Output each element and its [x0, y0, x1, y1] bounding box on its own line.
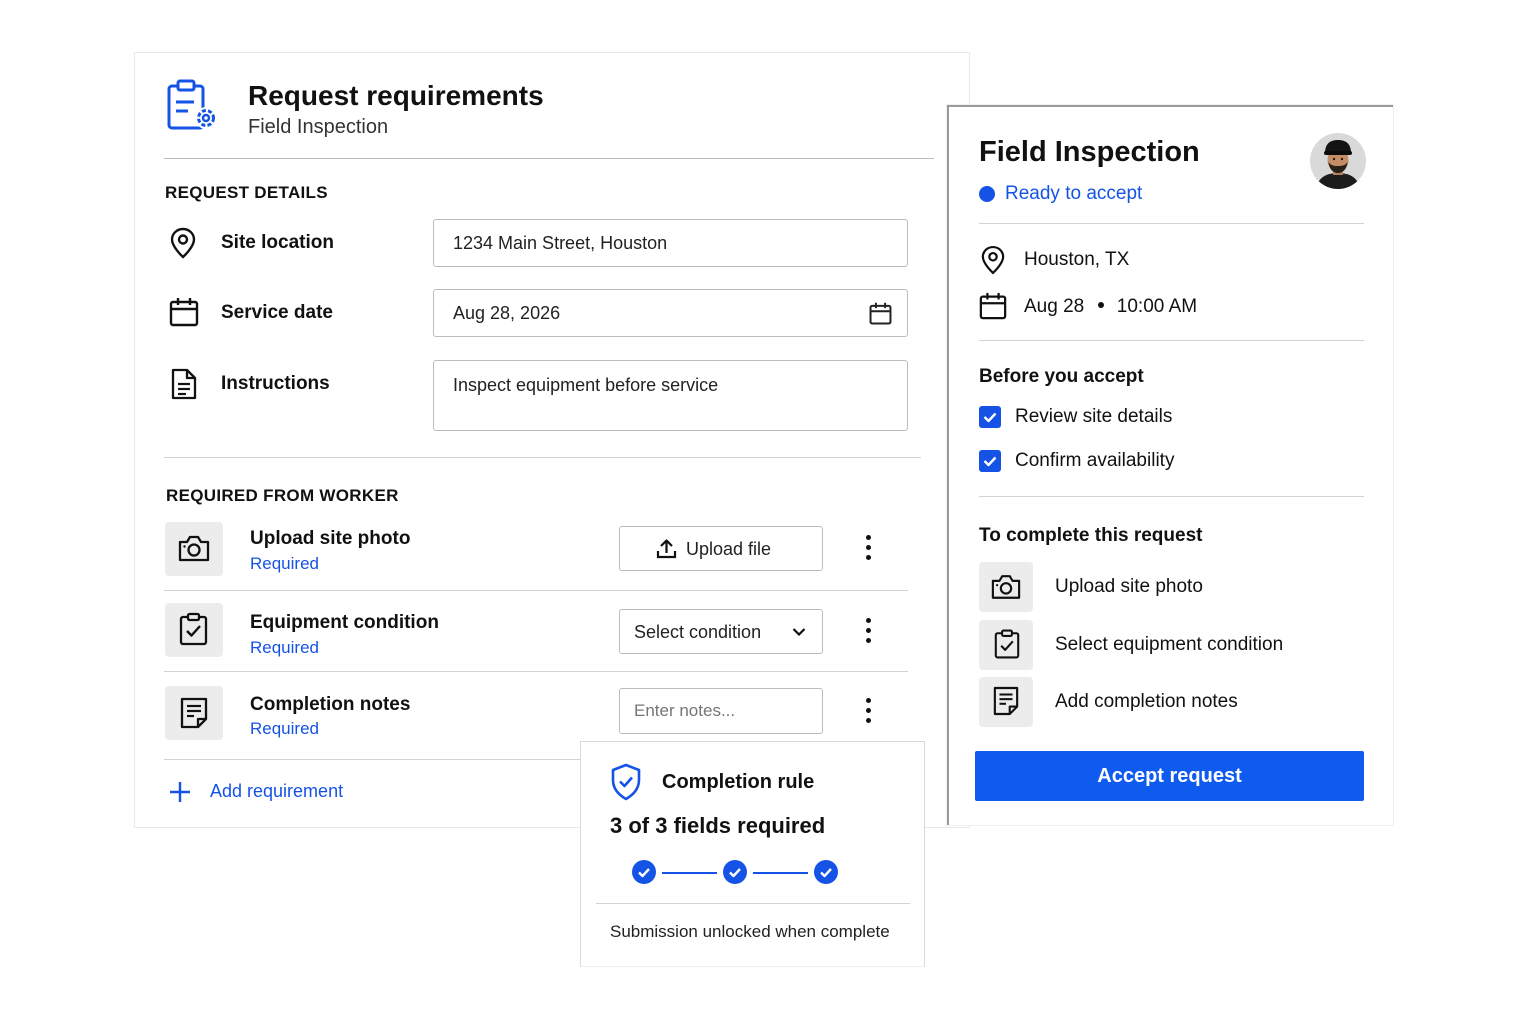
instructions-label: Instructions — [221, 373, 330, 394]
document-icon — [171, 368, 197, 400]
calendar-icon — [169, 298, 199, 327]
page-subtitle: Field Inspection — [248, 116, 389, 138]
requirement-status: Required — [250, 719, 319, 738]
plus-icon — [170, 782, 190, 802]
schedule-text: Aug 28 10:00 AM — [1024, 296, 1197, 318]
before-accept-heading: Before you accept — [979, 366, 1144, 387]
requirement-status: Required — [250, 638, 319, 657]
confirm-availability-checkbox[interactable] — [979, 450, 1001, 472]
step-complete-icon — [814, 860, 838, 884]
rule-divider — [596, 903, 910, 904]
header-divider — [979, 223, 1364, 224]
step-connector — [753, 872, 808, 874]
upload-file-label: Upload file — [686, 539, 772, 559]
step-complete-icon — [632, 860, 656, 884]
site-location-input[interactable]: 1234 Main Street, Houston — [433, 219, 908, 267]
calendar-icon — [979, 292, 1007, 320]
clipboard-check-icon — [994, 629, 1020, 659]
task-label: Select equipment condition — [1055, 634, 1284, 655]
row-divider — [164, 590, 908, 591]
more-options-icon[interactable] — [858, 616, 878, 646]
clipboard-check-icon — [179, 612, 208, 646]
row-divider — [164, 671, 908, 672]
service-date-label: Service date — [221, 302, 333, 323]
notes-icon — [993, 686, 1019, 716]
requirement-title: Equipment condition — [250, 612, 439, 633]
accept-request-button[interactable]: Accept request — [975, 751, 1364, 801]
request-details-heading: REQUEST DETAILS — [165, 183, 328, 202]
status-badge: Ready to accept — [1005, 183, 1143, 204]
avatar — [1310, 133, 1366, 189]
condition-select-value: Select condition — [634, 622, 762, 642]
section-divider — [164, 457, 921, 458]
step-connector — [662, 872, 717, 874]
required-from-worker-heading: REQUIRED FROM WORKER — [166, 486, 399, 505]
status-dot-icon — [979, 186, 995, 202]
fields-required-summary: 3 of 3 fields required — [610, 813, 826, 838]
section-divider — [979, 340, 1364, 341]
camera-icon — [178, 535, 210, 562]
checkmark-icon — [983, 412, 997, 423]
condition-select[interactable]: Select condition — [619, 609, 823, 654]
requirement-title: Upload site photo — [250, 528, 411, 549]
task-label: Upload site photo — [1055, 576, 1203, 597]
chevron-down-icon — [792, 628, 806, 637]
location-text: Houston, TX — [1024, 249, 1130, 270]
submission-note: Submission unlocked when complete — [610, 922, 890, 941]
service-date-input[interactable]: Aug 28, 2026 — [433, 289, 908, 337]
completion-notes-input[interactable] — [619, 688, 823, 734]
requirement-title: Completion notes — [250, 694, 411, 715]
add-requirement-label: Add requirement — [210, 781, 344, 801]
step-complete-icon — [723, 860, 747, 884]
to-complete-heading: To complete this request — [979, 525, 1203, 546]
site-location-label: Site location — [221, 232, 334, 253]
review-site-details-checkbox[interactable] — [979, 406, 1001, 428]
task-label: Add completion notes — [1055, 691, 1238, 712]
notes-icon — [180, 697, 208, 729]
separator-dot — [1097, 302, 1104, 309]
service-date-value: Aug 28, 2026 — [453, 303, 561, 323]
schedule-date: Aug 28 — [1024, 296, 1085, 317]
map-pin-icon — [981, 245, 1005, 275]
schedule-time: 10:00 AM — [1116, 296, 1198, 317]
add-requirement-link[interactable]: Add requirement — [166, 776, 346, 808]
date-picker-icon[interactable] — [869, 302, 892, 325]
header-divider — [164, 158, 934, 159]
map-pin-icon — [170, 227, 196, 259]
checklist-label: Confirm availability — [1015, 450, 1175, 471]
requirement-status: Required — [250, 554, 319, 573]
checkmark-icon — [983, 456, 997, 467]
more-options-icon[interactable] — [858, 533, 878, 563]
clipboard-settings-icon — [167, 79, 217, 130]
checklist-label: Review site details — [1015, 406, 1173, 427]
more-options-icon[interactable] — [858, 696, 878, 726]
inspection-title: Field Inspection — [979, 136, 1200, 168]
completion-rule-title: Completion rule — [662, 771, 815, 793]
row-divider — [164, 759, 584, 760]
camera-icon — [991, 575, 1021, 599]
instructions-textarea[interactable]: Inspect equipment before service — [433, 360, 908, 431]
section-divider — [979, 496, 1364, 497]
upload-icon — [656, 539, 677, 559]
upload-file-button[interactable]: Upload file — [619, 526, 823, 571]
page-title: Request requirements — [248, 80, 544, 111]
shield-check-icon — [611, 763, 641, 801]
